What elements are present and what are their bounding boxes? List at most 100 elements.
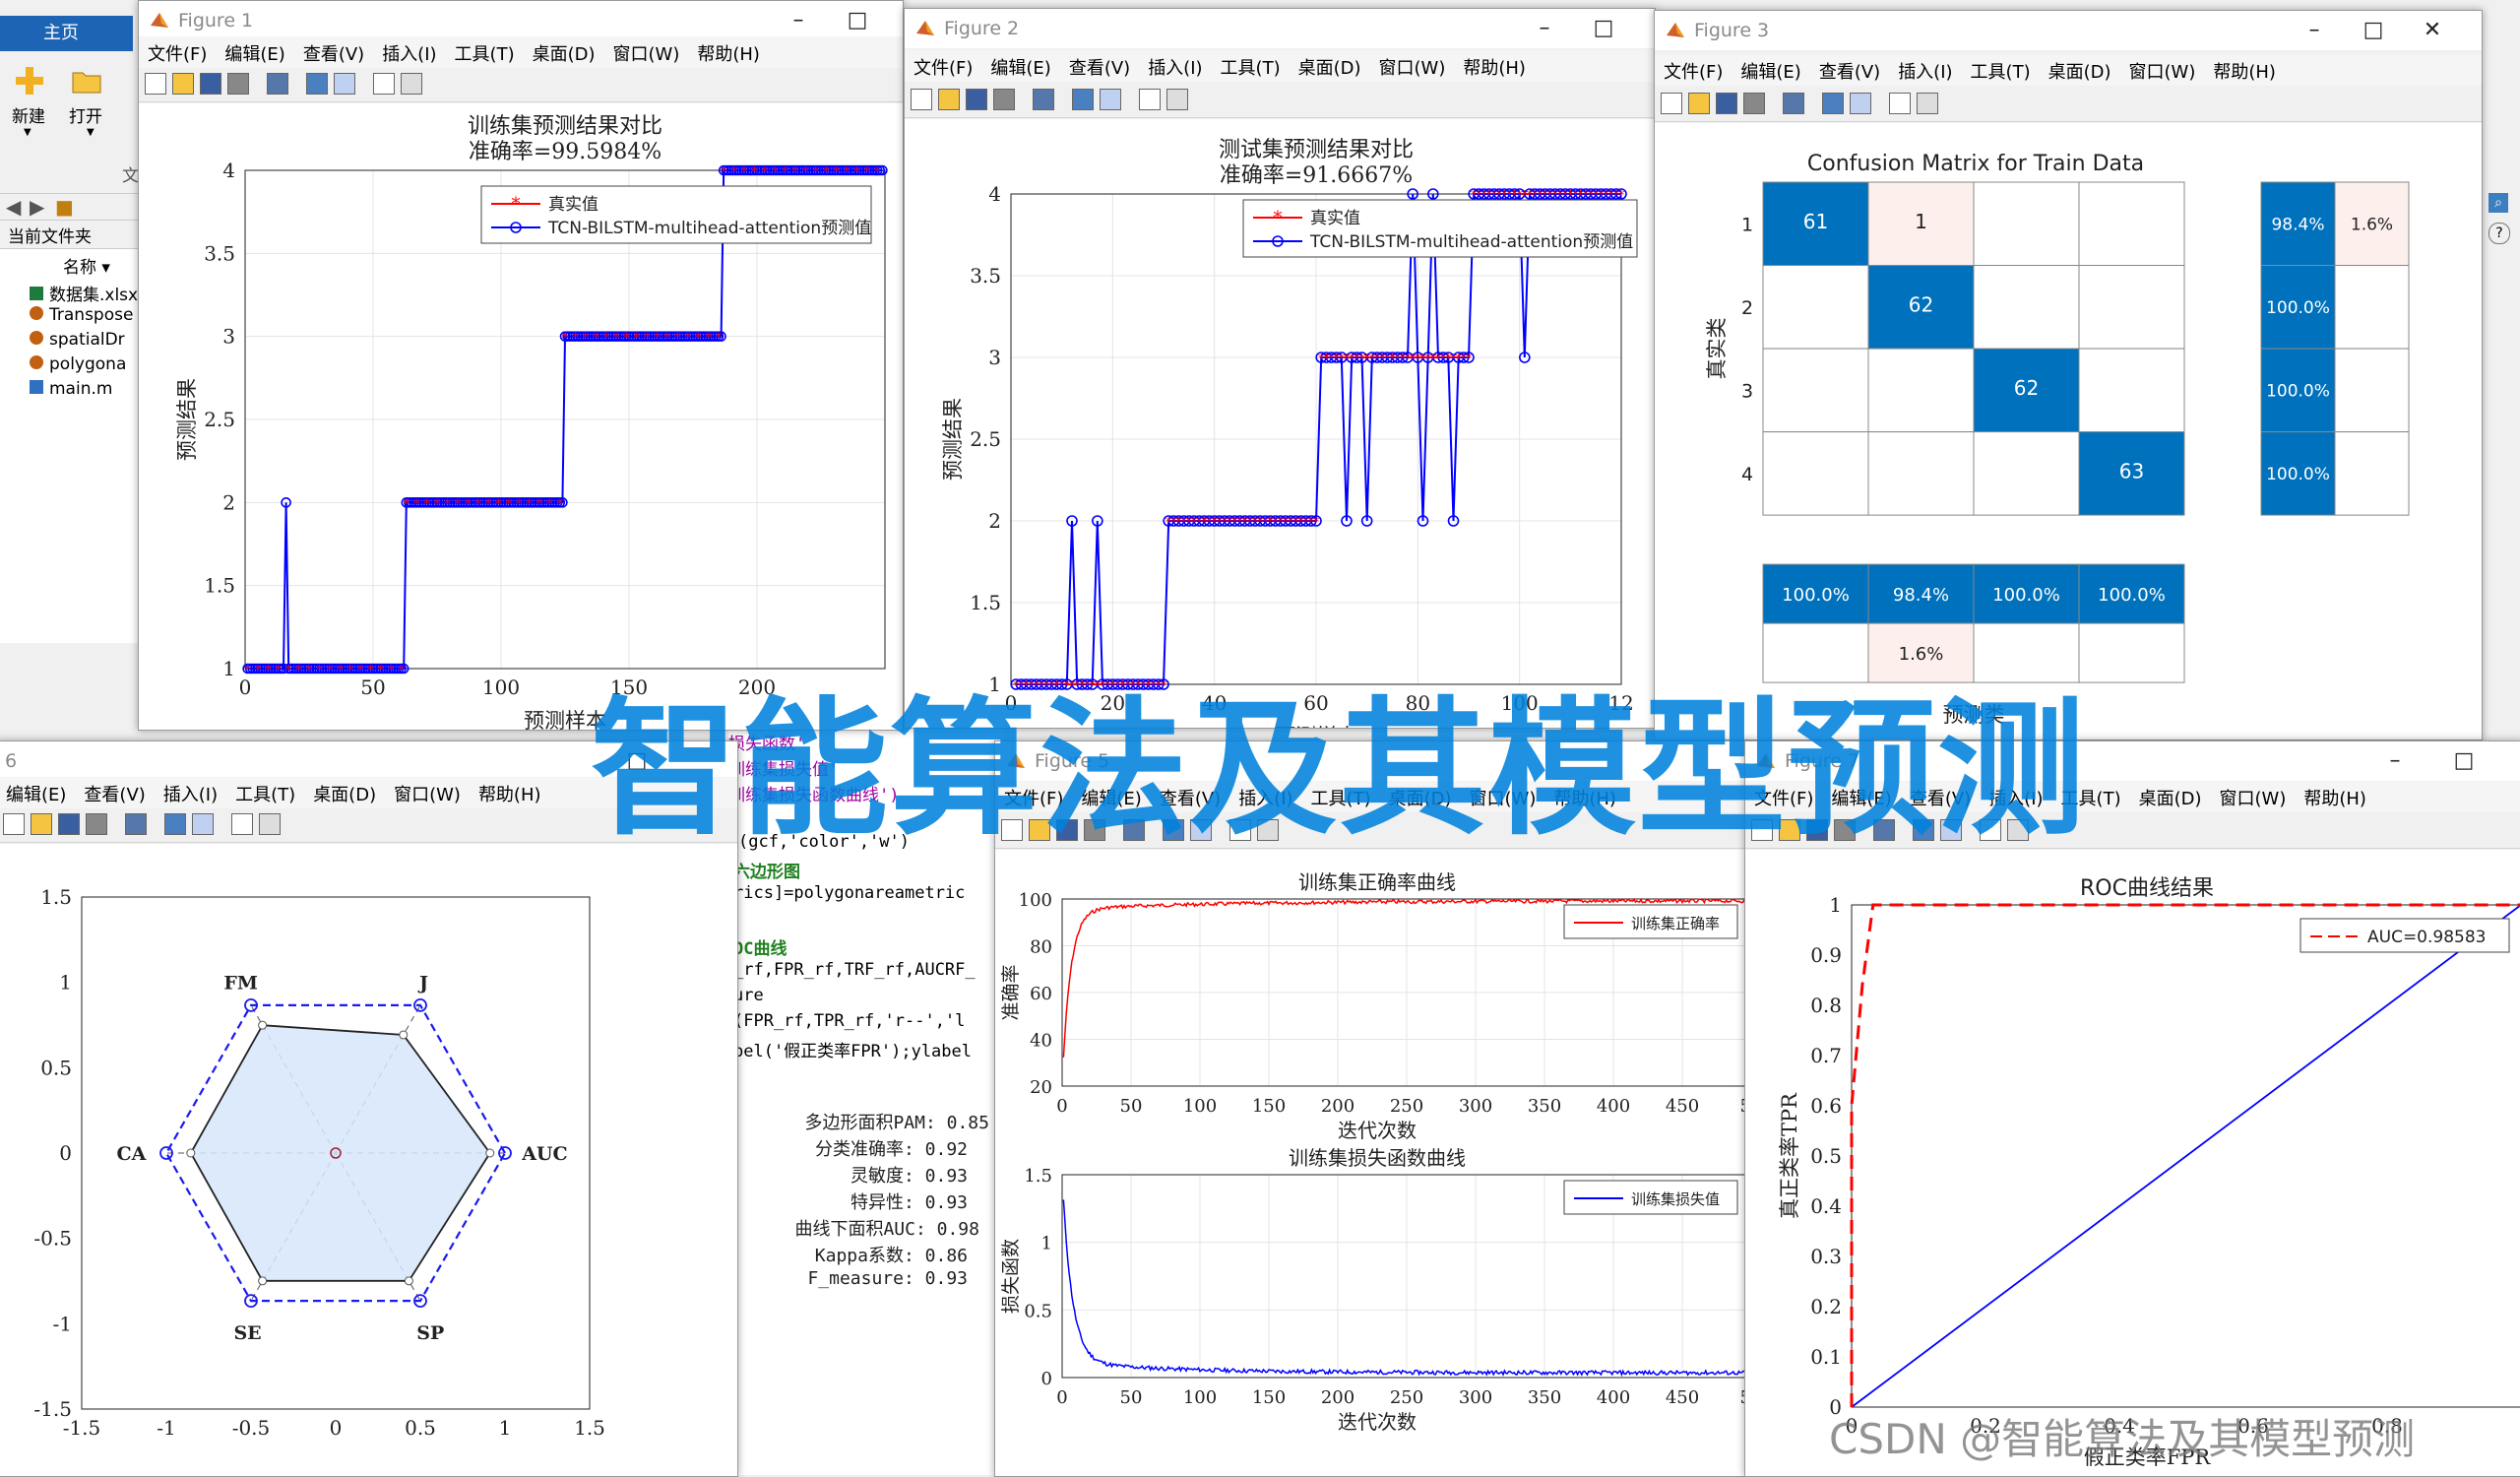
menu-window[interactable]: 窗口(W) [2120,54,2205,88]
menu-file[interactable]: 文件(F) [139,36,216,70]
title-bar[interactable]: Figure 2 – □ [905,9,1655,48]
up-folder-icon[interactable]: ■ [55,195,74,219]
save-icon[interactable] [1716,93,1737,114]
menu-edit[interactable]: 编辑(E) [981,50,1059,84]
maximize-button[interactable]: □ [2434,741,2493,781]
inspector-icon[interactable] [1917,93,1938,114]
menu-desktop[interactable]: 桌面(D) [524,36,604,70]
menu-tools[interactable]: 工具(T) [226,777,304,810]
save-icon[interactable] [966,89,987,110]
menu-view[interactable]: 查看(V) [75,777,154,810]
inspector-icon[interactable] [401,73,422,95]
menu-help[interactable]: 帮助(H) [688,36,769,70]
pointer-icon[interactable] [373,73,395,95]
print-icon[interactable] [993,89,1015,110]
menu-edit[interactable]: 编辑(E) [216,36,293,70]
new-button[interactable]: 新建 ▼ [12,63,51,152]
file-item[interactable]: Transpose [30,305,133,325]
colorbar-icon[interactable] [306,73,328,95]
close-button[interactable]: ✕ [2403,11,2462,50]
new-icon[interactable] [145,73,166,95]
menu-desktop[interactable]: 桌面(D) [2130,781,2211,814]
menu-window[interactable]: 窗口(W) [1370,50,1455,84]
pointer-icon[interactable] [1139,89,1161,110]
colorbar-icon[interactable] [1822,93,1844,114]
save-icon[interactable] [200,73,221,95]
title-bar[interactable]: Figure 1 – □ [139,1,903,40]
menu-view[interactable]: 查看(V) [1810,54,1889,88]
export-icon[interactable] [1033,89,1054,110]
minimize-button[interactable]: – [1515,9,1574,48]
menu-tools[interactable]: 工具(T) [1212,50,1290,84]
search-icon[interactable]: ⌕ [2488,193,2508,213]
menu-view[interactable]: 查看(V) [1060,50,1139,84]
new-icon[interactable] [911,89,932,110]
open-icon[interactable] [938,89,960,110]
pointer-icon[interactable] [231,813,253,835]
colorbar-icon[interactable] [164,813,186,835]
help-icon[interactable]: ? [2488,223,2510,244]
minimize-button[interactable]: – [2285,11,2344,50]
figure-3-window[interactable]: Figure 3 – □ ✕ 文件(F) 编辑(E) 查看(V) 插入(I) 工具(T)… [1654,10,2483,740]
open-icon[interactable] [1688,93,1710,114]
menu-edit[interactable]: 编辑(E) [0,777,75,810]
export-icon[interactable] [267,73,288,95]
colorbar-icon[interactable] [1072,89,1094,110]
minimize-button[interactable]: – [2365,741,2425,781]
maximize-button[interactable]: □ [1574,9,1633,48]
print-icon[interactable] [86,813,107,835]
menu-view[interactable]: 查看(V) [294,36,373,70]
maximize-button[interactable]: □ [828,1,887,40]
export-icon[interactable] [125,813,147,835]
figure-2-window[interactable]: Figure 2 – □ 文件(F) 编辑(E) 查看(V) 插入(I) 工具(T) 桌面… [904,8,1656,729]
maximize-button[interactable]: □ [2344,11,2403,50]
menu-insert[interactable]: 插入(I) [1889,54,1961,88]
print-icon[interactable] [1743,93,1765,114]
inspector-icon[interactable] [259,813,281,835]
new-icon[interactable] [3,813,25,835]
back-arrow-icon[interactable]: ◀ [6,195,21,219]
menu-help[interactable]: 帮助(H) [470,777,550,810]
legend-icon[interactable] [192,813,214,835]
legend-icon[interactable] [334,73,355,95]
file-item[interactable]: polygona [30,354,126,374]
file-item[interactable]: main.m [30,379,112,399]
column-header-name[interactable]: 名称 ▾ [63,253,110,278]
menu-window[interactable]: 窗口(W) [604,36,689,70]
menu-help[interactable]: 帮助(H) [2204,54,2285,88]
file-item[interactable]: 数据集.xlsx [30,281,138,305]
menu-help[interactable]: 帮助(H) [2295,781,2375,814]
menu-window[interactable]: 窗口(W) [385,777,470,810]
menu-insert[interactable]: 插入(I) [1139,50,1211,84]
inspector-icon[interactable] [1166,89,1188,110]
legend-icon[interactable] [1850,93,1871,114]
figure-1-window[interactable]: Figure 1 – □ 文件(F) 编辑(E) 查看(V) 插入(I) 工具(T) 桌面… [138,0,904,731]
menu-file[interactable]: 文件(F) [905,50,981,84]
menu-insert[interactable]: 插入(I) [155,777,226,810]
menu-desktop[interactable]: 桌面(D) [1290,50,1370,84]
minimize-button[interactable]: – [769,1,828,40]
menu-edit[interactable]: 编辑(E) [1732,54,1809,88]
save-icon[interactable] [58,813,80,835]
legend-icon[interactable] [1100,89,1121,110]
open-icon[interactable] [172,73,194,95]
open-button[interactable]: 打开 ▼ [69,63,108,152]
title-bar[interactable]: Figure 3 – □ ✕ [1655,11,2482,50]
menu-insert[interactable]: 插入(I) [373,36,445,70]
pointer-icon[interactable] [1889,93,1911,114]
file-item[interactable]: spatialDr [30,330,125,350]
print-icon[interactable] [227,73,249,95]
menu-tools[interactable]: 工具(T) [1962,54,2040,88]
tab-home[interactable]: 主页 [0,16,133,51]
new-icon[interactable] [1661,93,1682,114]
menu-tools[interactable]: 工具(T) [446,36,524,70]
export-icon[interactable] [1783,93,1804,114]
menu-desktop[interactable]: 桌面(D) [304,777,385,810]
menu-file[interactable]: 文件(F) [1655,54,1732,88]
menu-window[interactable]: 窗口(W) [2211,781,2296,814]
code-line: _rf,FPR_rf,TRF_rf,AUCRF_ [733,960,976,980]
menu-help[interactable]: 帮助(H) [1454,50,1535,84]
menu-desktop[interactable]: 桌面(D) [2040,54,2120,88]
forward-arrow-icon[interactable]: ▶ [30,195,44,219]
open-icon[interactable] [31,813,52,835]
